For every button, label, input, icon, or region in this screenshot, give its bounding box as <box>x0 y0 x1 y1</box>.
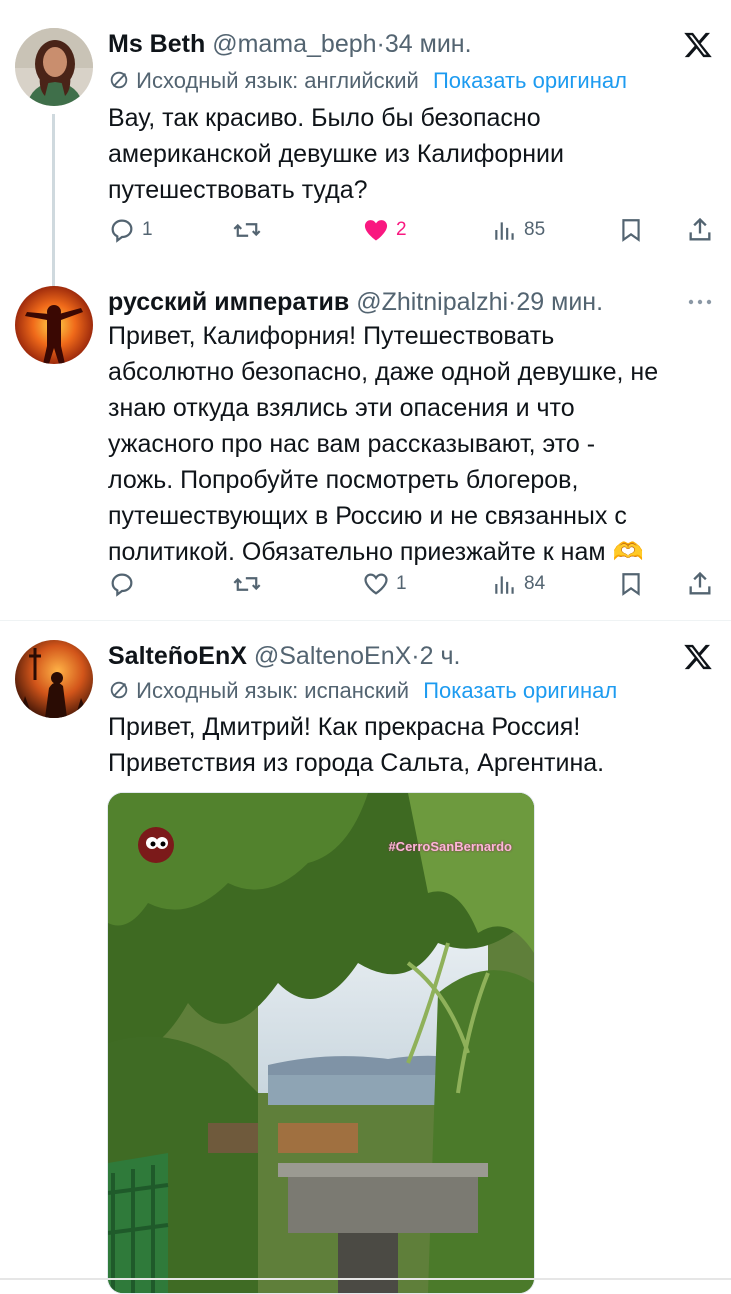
reply-icon <box>108 216 136 244</box>
retweet-icon <box>232 216 262 244</box>
avatar[interactable] <box>15 640 93 718</box>
views-icon <box>492 571 518 597</box>
translation-language: Исходный язык: английский <box>136 68 419 93</box>
author-name[interactable]: русский императив <box>108 288 349 316</box>
tweet-russkiy-imperativ[interactable]: русский императив @Zhitnipalzhi·29 мин. … <box>0 286 731 606</box>
retweet-button[interactable] <box>232 214 262 246</box>
tweet-ms-beth[interactable]: Ms Beth @mama_beph·34 мин. Исходный язык… <box>0 28 731 299</box>
more-icon[interactable] <box>687 292 713 317</box>
translate-icon <box>108 69 130 99</box>
tweet-divider <box>0 620 731 621</box>
show-original-link[interactable]: Показать оригинал <box>433 68 627 93</box>
timestamp[interactable]: 29 мин. <box>516 288 603 316</box>
tweet-text-line: политикой. Обязательно приезжайте к нам … <box>108 534 718 570</box>
reply-button[interactable] <box>108 568 142 600</box>
x-logo-icon[interactable] <box>683 30 713 65</box>
tweet-text-line: Приветствия из города Сальта, Аргентина. <box>108 749 605 777</box>
author-handle[interactable]: @SaltenoEnX <box>254 642 411 670</box>
show-original-link[interactable]: Показать оригинал <box>423 678 617 703</box>
tweet-header: Ms Beth @mama_beph·34 мин. <box>108 28 472 60</box>
tweet-text-line: знаю откуда взялись эти опасения и что <box>108 394 575 422</box>
tweet-text-line: Привет, Дмитрий! Как прекрасна Россия! <box>108 713 581 741</box>
translation-note: Исходный язык: испанский Показать оригин… <box>108 676 617 709</box>
views-count: 84 <box>524 573 546 594</box>
views-icon <box>492 217 518 243</box>
action-bar: 1 84 <box>108 568 718 600</box>
retweet-button[interactable] <box>232 568 262 600</box>
bookmark-button[interactable] <box>618 214 644 246</box>
tweet-text: Привет, Дмитрий! Как прекрасна Россия! П… <box>108 709 718 781</box>
separator-dot: · <box>376 30 385 58</box>
like-count: 1 <box>396 573 407 594</box>
tweet-text-line: ложь. Попробуйте посмотреть блогеров, <box>108 466 579 494</box>
reply-button[interactable]: 1 <box>108 214 153 246</box>
tweet-media-image[interactable]: #CerroSanBernardo <box>107 792 535 1294</box>
heart-hands-emoji: 🫶 <box>612 537 644 566</box>
heart-filled-icon <box>362 216 390 244</box>
thread-line <box>52 114 55 299</box>
tweet-text: Вау, так красиво. Было бы безопасно амер… <box>108 100 718 208</box>
heart-icon <box>362 570 390 598</box>
share-icon <box>686 570 714 598</box>
translation-language: Исходный язык: испанский <box>136 678 410 703</box>
share-button[interactable] <box>686 568 714 600</box>
bookmark-icon <box>618 570 644 598</box>
bookmark-icon <box>618 216 644 244</box>
tweet-header: русский императив @Zhitnipalzhi·29 мин. <box>108 286 603 318</box>
author-name[interactable]: SalteñoEnX <box>108 642 247 670</box>
translation-note: Исходный язык: английский Показать ориги… <box>108 66 627 99</box>
share-button[interactable] <box>686 214 714 246</box>
x-logo-icon[interactable] <box>683 642 713 677</box>
media-tag-label: #CerroSanBernardo <box>388 839 512 854</box>
author-handle[interactable]: @mama_beph <box>212 30 376 58</box>
separator-dot: · <box>411 642 420 670</box>
tweet-text-line: путешествовать туда? <box>108 176 368 204</box>
tweet-text-line: ужасного про нас вам рассказывают, это - <box>108 430 596 458</box>
tweet-header: SalteñoEnX @SaltenoEnX·2 ч. <box>108 640 460 672</box>
timestamp[interactable]: 2 ч. <box>420 642 461 670</box>
avatar[interactable] <box>15 286 93 364</box>
author-name[interactable]: Ms Beth <box>108 30 205 58</box>
translate-icon <box>108 679 130 709</box>
bookmark-button[interactable] <box>618 568 644 600</box>
share-icon <box>686 216 714 244</box>
avatar[interactable] <box>15 28 93 106</box>
retweet-icon <box>232 570 262 598</box>
views-button[interactable]: 84 <box>492 568 545 600</box>
author-handle[interactable]: @Zhitnipalzhi <box>356 288 508 316</box>
like-count: 2 <box>396 219 407 240</box>
tweet-text-line: Вау, так красиво. Было бы безопасно <box>108 104 541 132</box>
views-count: 85 <box>524 219 546 240</box>
tweet-text-line: американской девушке из Калифорнии <box>108 140 564 168</box>
action-bar: 1 2 85 <box>108 214 718 246</box>
tweet-text: Привет, Калифорния! Путешествовать абсол… <box>108 318 718 570</box>
tweet-text-segment: политикой. Обязательно приезжайте к нам <box>108 538 606 566</box>
views-button[interactable]: 85 <box>492 214 545 246</box>
reply-icon <box>108 570 136 598</box>
tweet-text-line: Привет, Калифорния! Путешествовать <box>108 322 555 350</box>
reply-count: 1 <box>142 219 153 240</box>
tweet-text-line: абсолютно безопасно, даже одной девушке,… <box>108 358 659 386</box>
like-button[interactable]: 1 <box>362 568 407 600</box>
like-button[interactable]: 2 <box>362 214 407 246</box>
timestamp[interactable]: 34 мин. <box>385 30 472 58</box>
tweet-text-line: путешествующих в Россию и не связанных с <box>108 502 627 530</box>
